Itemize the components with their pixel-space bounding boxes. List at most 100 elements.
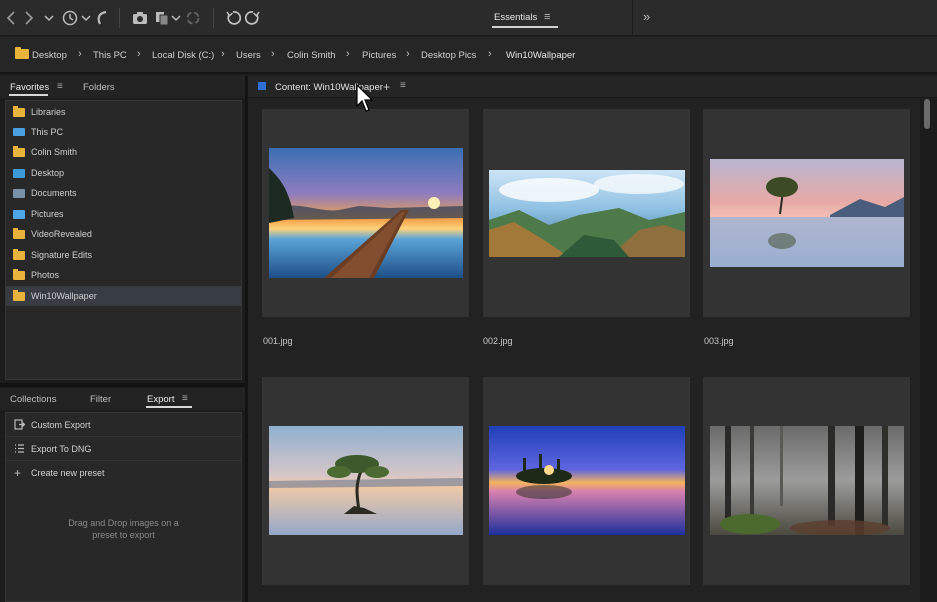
forward-arrow-icon[interactable] (22, 8, 36, 28)
chevron-down-icon[interactable] (170, 8, 182, 28)
favorite-label: Win10Wallpaper (31, 291, 97, 301)
favorite-label: Photos (31, 270, 60, 280)
folder-icon (13, 249, 25, 260)
folder-icon (13, 228, 25, 239)
toolbar-divider (213, 8, 214, 28)
add-tab-icon[interactable]: + (383, 80, 390, 94)
thumbnail-006[interactable] (703, 377, 910, 585)
favorite-item-signature-edits[interactable]: Signature Edits (6, 245, 241, 265)
tab-filter[interactable]: Filter (90, 394, 111, 405)
content-tabbar: Content: Win10Wallpaper + ≡ (248, 76, 937, 98)
top-toolbar: Essentials ≡ » (0, 0, 937, 36)
favorite-item-colin-smith[interactable]: Colin Smith (6, 142, 241, 162)
documents-icon (13, 189, 25, 198)
breadcrumb: Desktop › This PC › Local Disk (C:) › Us… (0, 37, 937, 74)
folder-icon (13, 290, 25, 301)
desktop-icon (13, 169, 25, 178)
thumbnail-002[interactable] (483, 109, 690, 317)
breadcrumb-item[interactable]: Users (236, 50, 261, 61)
thumbnail-005[interactable] (483, 377, 690, 585)
left-panel: Favorites ≡ Folders Libraries This PC Co… (0, 76, 245, 602)
export-preset-list: Custom Export Export To DNG + Create new… (5, 412, 242, 602)
export-item-label: Custom Export (31, 420, 91, 430)
favorite-item-photos[interactable]: Photos (6, 265, 241, 285)
export-preset-dng[interactable]: Export To DNG (6, 438, 241, 461)
breadcrumb-item[interactable]: Desktop Pics (421, 50, 476, 61)
panel-menu-icon[interactable]: ≡ (400, 80, 406, 91)
chevron-right-icon[interactable]: › (221, 48, 225, 60)
favorite-item-pictures[interactable]: Pictures (6, 204, 241, 224)
tab-favorites[interactable]: Favorites (10, 82, 49, 93)
active-tab-indicator (146, 406, 192, 408)
tab-collections[interactable]: Collections (10, 394, 56, 405)
thumbnail-image (269, 148, 463, 278)
favorite-label: This PC (31, 127, 64, 137)
chevron-down-icon[interactable] (80, 8, 92, 28)
favorite-label: Desktop (31, 168, 65, 178)
chevron-down-icon[interactable] (42, 8, 56, 28)
thumbnail-image (489, 170, 685, 257)
active-workspace-indicator (492, 26, 558, 28)
recent-history-icon[interactable] (60, 8, 80, 28)
favorite-label: Pictures (31, 209, 64, 219)
breadcrumb-item[interactable]: Colin Smith (287, 50, 336, 61)
favorite-item-win10wallpaper[interactable]: Win10Wallpaper (6, 286, 241, 306)
create-preset-button[interactable]: + Create new preset (6, 462, 241, 485)
rotate-left-icon[interactable] (224, 8, 242, 28)
chevron-right-icon[interactable]: › (78, 48, 82, 60)
camera-import-icon[interactable] (130, 8, 150, 28)
tab-folders[interactable]: Folders (83, 82, 115, 93)
breadcrumb-item[interactable]: Local Disk (C:) (152, 50, 214, 61)
rotate-right-icon[interactable] (244, 8, 262, 28)
thumbnail-filename: 002.jpg (483, 336, 513, 346)
drop-hint-text: Drag and Drop images on a preset to expo… (68, 518, 179, 540)
panel-menu-icon[interactable]: ≡ (57, 81, 63, 92)
panel-menu-icon[interactable]: ≡ (182, 393, 188, 404)
thumbnail-filename: 001.jpg (263, 336, 293, 346)
thumbnail-001[interactable] (262, 109, 469, 317)
tab-export[interactable]: Export (147, 394, 174, 405)
mouse-cursor-icon (356, 84, 374, 112)
thumbnail-image (269, 426, 463, 535)
favorite-item-libraries[interactable]: Libraries (6, 102, 241, 122)
export-item-label: Export To DNG (31, 444, 92, 454)
scrollbar-thumb[interactable] (924, 99, 930, 129)
breadcrumb-item[interactable]: Desktop (32, 50, 67, 61)
export-item-label: Create new preset (31, 468, 105, 478)
panel-splitter[interactable] (0, 383, 245, 387)
toolbar-divider (632, 0, 633, 36)
copy-stack-icon[interactable] (153, 8, 171, 28)
thumbnail-003[interactable] (703, 109, 910, 317)
list-icon (14, 443, 25, 457)
folder-icon (13, 106, 25, 117)
computer-icon (13, 128, 25, 136)
favorite-item-documents[interactable]: Documents (6, 183, 241, 203)
back-arrow-icon[interactable] (4, 8, 18, 28)
export-tabbar: Collections Filter Export ≡ (0, 388, 245, 410)
export-preset-custom[interactable]: Custom Export (6, 414, 241, 437)
favorites-list: Libraries This PC Colin Smith Desktop Do… (5, 100, 242, 380)
more-workspaces-icon[interactable]: » (643, 9, 650, 24)
favorite-label: VideoRevealed (31, 229, 92, 239)
thumbnail-004[interactable] (262, 377, 469, 585)
workspace-menu-icon[interactable]: ≡ (544, 11, 550, 23)
breadcrumb-item[interactable]: Pictures (362, 50, 396, 61)
chevron-right-icon[interactable]: › (346, 48, 350, 60)
breadcrumb-current[interactable]: Win10Wallpaper (506, 50, 575, 61)
chevron-right-icon[interactable]: › (137, 48, 141, 60)
content-scrollbar[interactable] (920, 99, 937, 602)
thumbnail-image (710, 426, 904, 535)
favorite-item-this-pc[interactable]: This PC (6, 122, 241, 142)
export-icon (14, 419, 26, 433)
breadcrumb-item[interactable]: This PC (93, 50, 127, 61)
chevron-right-icon[interactable]: › (271, 48, 275, 60)
chevron-right-icon[interactable]: › (406, 48, 410, 60)
workspace-essentials-tab[interactable]: Essentials (494, 12, 537, 23)
favorite-item-videorevealed[interactable]: VideoRevealed (6, 224, 241, 244)
favorites-tabbar: Favorites ≡ Folders (0, 76, 245, 98)
refine-icon[interactable] (184, 8, 202, 28)
favorite-item-desktop[interactable]: Desktop (6, 163, 241, 183)
chevron-right-icon[interactable]: › (488, 48, 492, 60)
boomerang-icon[interactable] (94, 8, 110, 28)
folder-icon (13, 269, 25, 280)
